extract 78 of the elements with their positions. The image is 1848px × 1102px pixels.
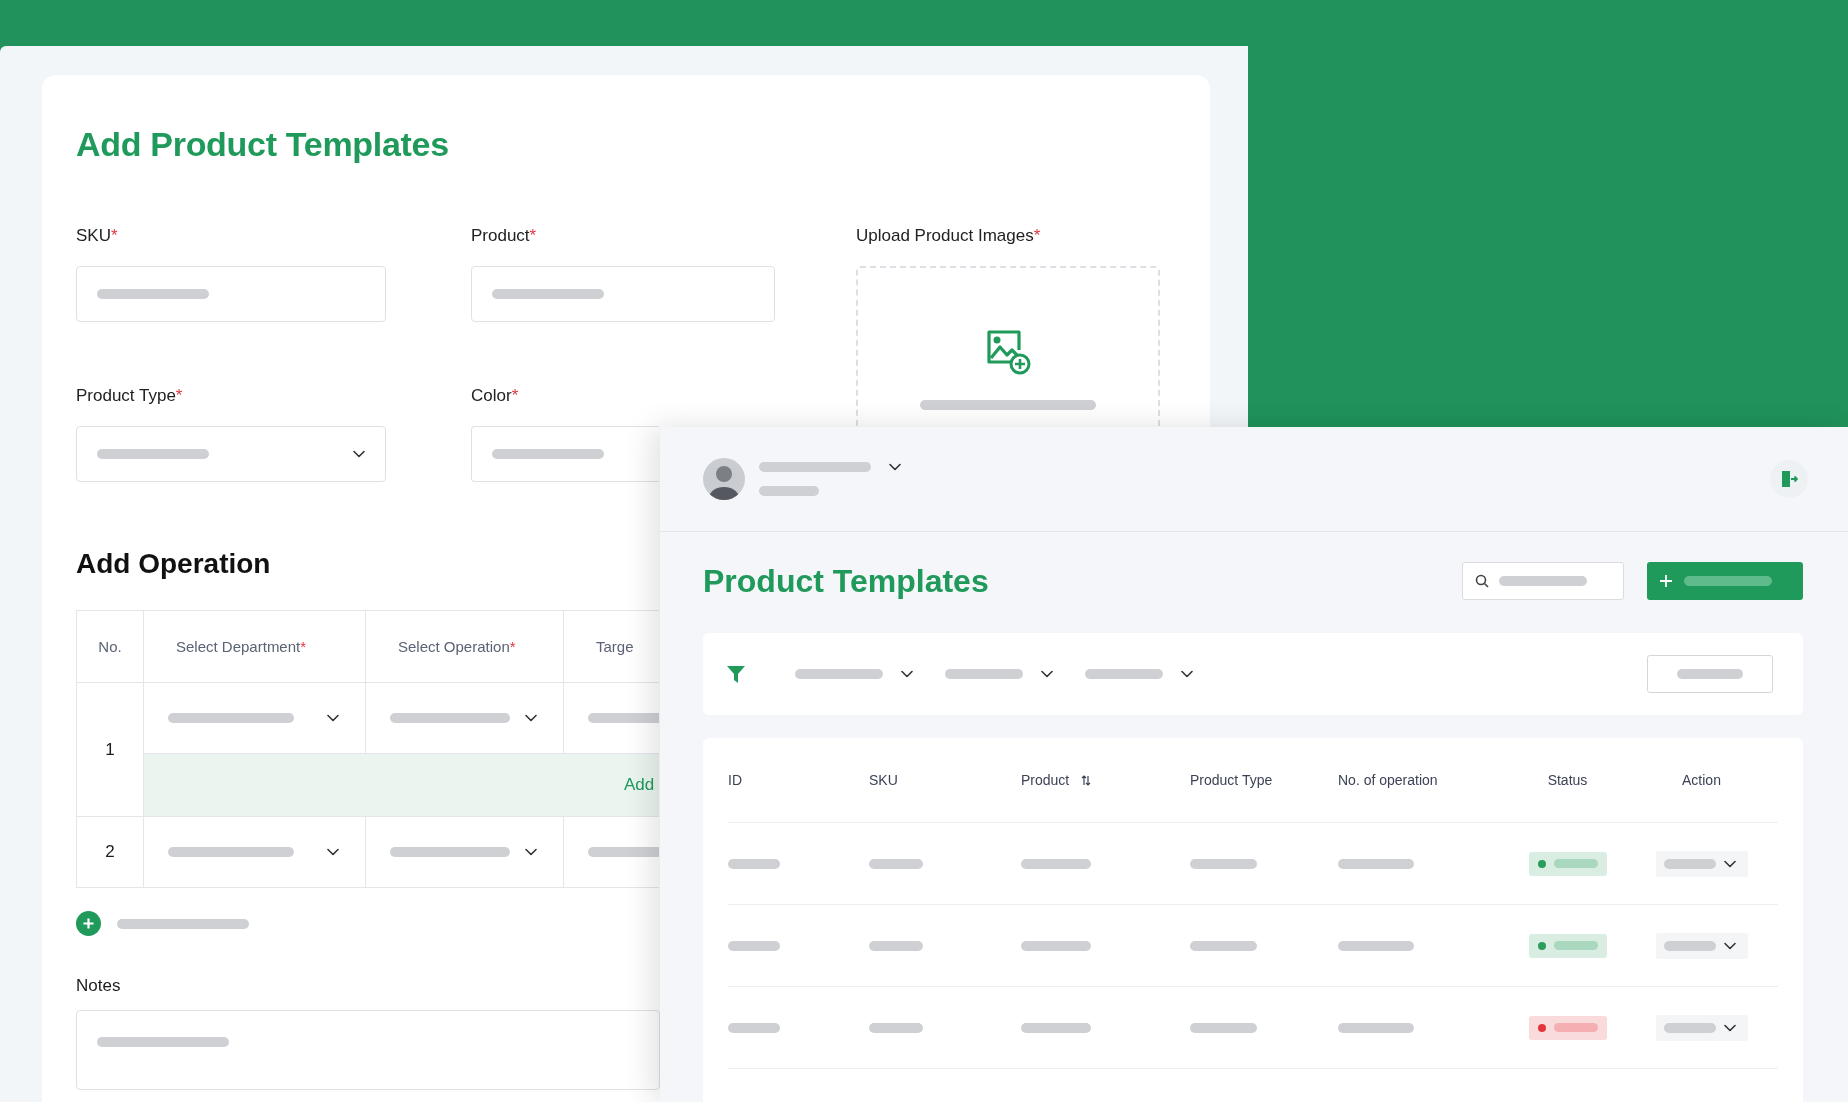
field-label: Upload Product Images* xyxy=(856,226,1042,246)
text-placeholder xyxy=(1677,669,1743,679)
column-header: No. xyxy=(77,611,144,683)
chevron-icon xyxy=(525,714,537,722)
chevron-icon xyxy=(1723,859,1736,868)
dropdown-field[interactable] xyxy=(76,426,386,482)
filter-dropdown[interactable] xyxy=(795,669,913,679)
section-title: Add Operation xyxy=(76,548,272,580)
chevron-icon xyxy=(901,670,913,678)
text-placeholder xyxy=(1190,1022,1257,1033)
chevron-icon xyxy=(1181,670,1193,678)
field-label: SKU* xyxy=(76,226,119,246)
field-label: Product* xyxy=(471,226,538,246)
add-link[interactable]: Add xyxy=(624,775,655,795)
chevron-icon xyxy=(353,450,365,458)
dropdown-field[interactable] xyxy=(366,817,564,888)
text-placeholder xyxy=(1553,1023,1598,1032)
reset-button[interactable] xyxy=(1647,655,1773,693)
chevron-icon xyxy=(525,848,537,856)
text-placeholder xyxy=(869,940,923,951)
column-header: SKU xyxy=(869,771,899,790)
chevron-icon xyxy=(1723,1023,1736,1032)
search-icon xyxy=(1475,574,1489,588)
text-placeholder xyxy=(1021,858,1091,869)
sort-icon[interactable] xyxy=(1081,774,1092,786)
filter-icon[interactable] xyxy=(727,665,745,683)
add-button[interactable] xyxy=(1647,562,1803,600)
column-header: Select Operation* xyxy=(366,611,564,683)
column-header: ID xyxy=(728,771,743,790)
text-placeholder xyxy=(1190,858,1257,869)
text-placeholder xyxy=(869,1022,923,1033)
column-header: Select Department* xyxy=(144,611,366,683)
input-field[interactable] xyxy=(471,426,659,482)
avatar xyxy=(703,458,745,500)
text-placeholder xyxy=(728,940,780,951)
text-placeholder xyxy=(1663,940,1716,951)
text-placeholder xyxy=(728,1022,780,1033)
add-circle-icon[interactable] xyxy=(76,911,101,936)
row-number: 2 xyxy=(77,817,144,888)
dropdown-field[interactable] xyxy=(144,817,366,888)
chevron-icon xyxy=(1723,941,1736,950)
page-title: Add Product Templates xyxy=(76,125,450,164)
action-dropdown[interactable] xyxy=(1655,932,1748,959)
text-placeholder xyxy=(869,858,923,869)
text-placeholder xyxy=(1663,858,1716,869)
text-placeholder xyxy=(1190,940,1257,951)
column-header: No. of operation xyxy=(1338,771,1439,790)
chevron-icon xyxy=(327,848,339,856)
input-field[interactable] xyxy=(471,266,775,322)
chevron-icon xyxy=(1041,670,1053,678)
text-placeholder xyxy=(1663,1022,1716,1033)
text-placeholder xyxy=(1021,1022,1091,1033)
exit-button[interactable] xyxy=(1770,460,1808,498)
column-header: Product xyxy=(1021,738,1190,822)
text-placeholder xyxy=(1021,940,1091,951)
field-label: Color* xyxy=(471,386,520,406)
add-image-icon xyxy=(985,328,1031,376)
column-header: Status xyxy=(1546,771,1589,790)
text-placeholder xyxy=(1553,941,1598,950)
field-label: Notes xyxy=(76,976,122,996)
exit-icon xyxy=(1780,470,1798,488)
column-header: Action xyxy=(1681,771,1722,790)
text-placeholder xyxy=(1553,859,1598,868)
field-label: Product Type* xyxy=(76,386,184,406)
chevron-icon xyxy=(889,463,901,471)
search-field[interactable] xyxy=(1462,562,1624,600)
text-placeholder xyxy=(759,486,819,496)
page-title: Product Templates xyxy=(703,562,990,600)
text-placeholder xyxy=(728,858,780,869)
column-header: Product Type xyxy=(1190,771,1274,790)
plus-icon xyxy=(1660,575,1672,587)
input-field[interactable] xyxy=(76,266,386,322)
chevron-icon xyxy=(327,714,339,722)
filter-dropdown[interactable] xyxy=(945,669,1053,679)
filter-dropdown[interactable] xyxy=(1085,669,1193,679)
notes-field[interactable] xyxy=(76,1010,660,1090)
action-dropdown[interactable] xyxy=(1655,1014,1748,1041)
action-dropdown[interactable] xyxy=(1655,850,1748,877)
